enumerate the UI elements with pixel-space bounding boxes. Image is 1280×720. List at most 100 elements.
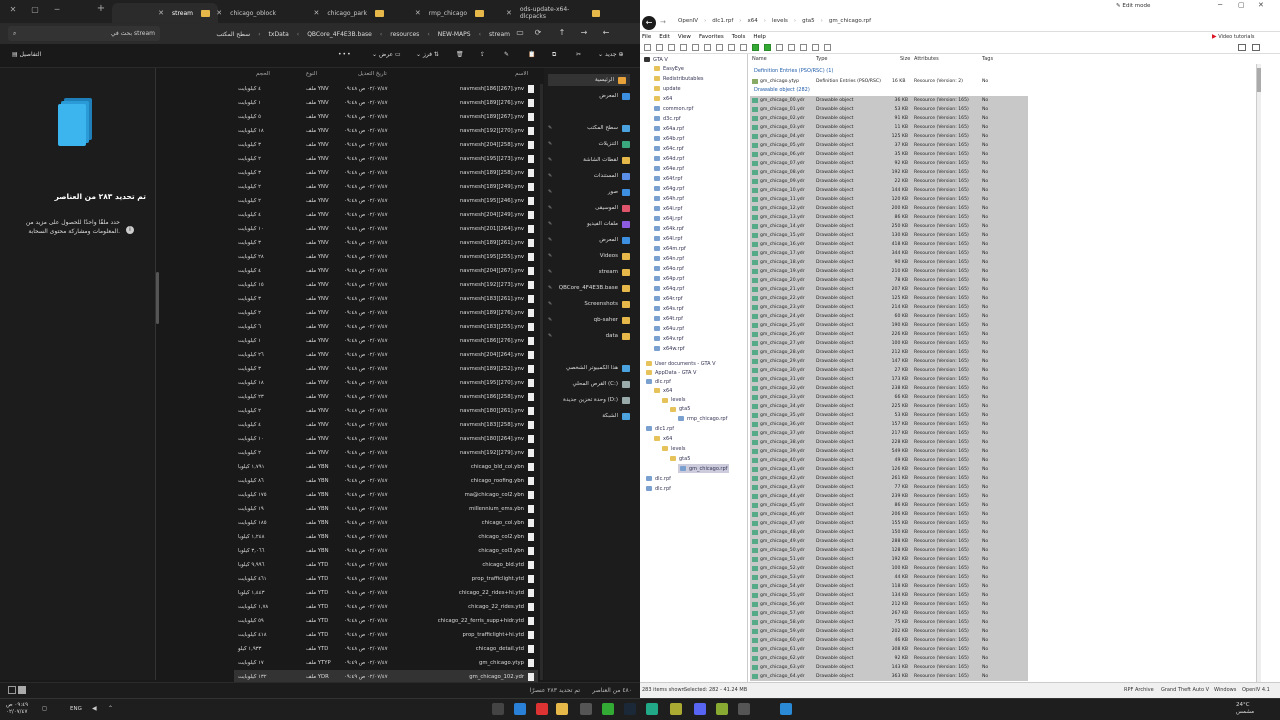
table-row[interactable]: navmesh[204][258].ynv ٠٢/٠٧/٤٧ ص ٠٩:٤٨ ملف… bbox=[234, 138, 538, 152]
table-row[interactable]: gm_chicago_40.ydr Drawable object 49 KB Res… bbox=[750, 456, 1028, 465]
column-tags-header[interactable]: Tags bbox=[982, 56, 993, 62]
pin-icon[interactable]: ✎ bbox=[548, 285, 552, 291]
menu-item[interactable]: View bbox=[678, 34, 691, 40]
pin-icon[interactable]: ✎ bbox=[548, 317, 552, 323]
tree-node[interactable]: AppData - GTA V bbox=[646, 368, 696, 377]
chevron-left-icon[interactable]: ‹ bbox=[624, 413, 626, 419]
table-row[interactable]: gm_chicago_31.ydr Drawable object 173 KB Re… bbox=[750, 375, 1028, 384]
tree-node[interactable]: x64c.rpf bbox=[654, 144, 684, 153]
nav-item-14[interactable]: qb-saher bbox=[594, 314, 630, 326]
table-row[interactable]: navmesh[201][264].ynv ٠٢/٠٧/٤٧ ص ٠٩:٤٨ ملف… bbox=[234, 222, 538, 236]
delete-icon[interactable]: 🗑 bbox=[456, 51, 464, 58]
table-row[interactable]: gm_chicago_49.ydr Drawable object 288 KB Re… bbox=[750, 537, 1028, 546]
tree-node[interactable]: x64n.rpf bbox=[654, 254, 684, 263]
toolbar-button-icon[interactable] bbox=[716, 44, 723, 51]
details-scrollbar[interactable] bbox=[156, 272, 159, 324]
table-row[interactable]: gm_chicago_42.ydr Drawable object 261 KB Re… bbox=[750, 474, 1028, 483]
folder-icon[interactable] bbox=[556, 703, 568, 715]
table-row[interactable]: gm_chicago_35.ydr Drawable object 53 KB Res… bbox=[750, 411, 1028, 420]
table-row[interactable]: chicago_col.ybn ٠٢/٠٧/٤٧ ص ٠٩:٤٨ ملف YBN ١٨… bbox=[234, 516, 538, 530]
tab-3[interactable]: ✕ rmp_chicago bbox=[398, 3, 492, 23]
table-row[interactable]: gm_chicago_05.ydr Drawable object 37 KB Res… bbox=[750, 141, 1028, 150]
details-view-icon[interactable] bbox=[18, 686, 26, 694]
chevron-left-icon[interactable]: ‹ bbox=[624, 381, 626, 387]
minimize-window-icon[interactable]: ─ bbox=[52, 5, 62, 15]
table-row[interactable]: gm_chicago_32.ydr Drawable object 238 KB Re… bbox=[750, 384, 1028, 393]
refresh-icon[interactable]: ⟳ bbox=[532, 28, 544, 40]
tree-node[interactable]: x64p.rpf bbox=[654, 274, 684, 283]
table-row[interactable]: gm_chicago_23.ydr Drawable object 214 KB Re… bbox=[750, 303, 1028, 312]
toolbar-button-icon[interactable] bbox=[824, 44, 831, 51]
table-row[interactable]: gm_chicago_48.ydr Drawable object 150 KB Re… bbox=[750, 528, 1028, 537]
table-row[interactable]: prop_trafficlight+hi.ytd ٠٢/٠٧/٤٧ ص ٠٩:٤٨… bbox=[234, 628, 538, 642]
table-row[interactable]: gm_chicago_50.ydr Drawable object 128 KB Re… bbox=[750, 546, 1028, 555]
table-row[interactable]: gm_chicago_30.ydr Drawable object 27 KB Res… bbox=[750, 366, 1028, 375]
table-row[interactable]: gm_chicago_61.ydr Drawable object 308 KB Re… bbox=[750, 645, 1028, 654]
pin-icon[interactable]: ✎ bbox=[548, 157, 552, 163]
tree-node[interactable]: levels bbox=[662, 396, 686, 405]
table-row[interactable]: gm_chicago_44.ydr Drawable object 239 KB Re… bbox=[750, 492, 1028, 501]
tree-node[interactable]: x64 bbox=[654, 434, 672, 443]
discord-icon[interactable] bbox=[694, 703, 706, 715]
nav-item-15[interactable]: data bbox=[606, 330, 630, 342]
nav-item-10[interactable]: Videos bbox=[600, 250, 630, 262]
toolbar-button-icon[interactable] bbox=[776, 44, 783, 51]
table-row[interactable]: navmesh[183][258].ynv ٠٢/٠٧/٤٧ ص ٠٩:٤٨ ملف… bbox=[234, 418, 538, 432]
table-row[interactable]: gm_chicago_39.ydr Drawable object 549 KB Re… bbox=[750, 447, 1028, 456]
table-row[interactable]: navmesh[204][249].ynv ٠٢/٠٧/٤٧ ص ٠٩:٤٨ ملف… bbox=[234, 208, 538, 222]
table-row[interactable]: gm_chicago_10.ydr Drawable object 144 KB Re… bbox=[750, 186, 1028, 195]
search-input[interactable]: ⌕ بحث في stream bbox=[8, 26, 160, 41]
tab-1[interactable]: ✕ chicago_oblock bbox=[210, 3, 292, 23]
table-row[interactable]: chicago_22_ferris_supp+hidr.ytd ٠٢/٠٧/٤٧ … bbox=[234, 614, 538, 628]
nav-item-0[interactable]: الرئيسية bbox=[548, 74, 630, 86]
table-row[interactable]: navmesh[189][258].ynv ٠٢/٠٧/٤٧ ص ٠٩:٤٨ ملف… bbox=[234, 166, 538, 180]
nav-item-11[interactable]: stream bbox=[599, 266, 630, 278]
toolbar-button-icon[interactable] bbox=[740, 44, 747, 51]
tree-node[interactable]: x64h.rpf bbox=[654, 194, 684, 203]
toolbar-button-icon[interactable] bbox=[728, 44, 735, 51]
tree-node[interactable]: x64d.rpf bbox=[654, 154, 684, 163]
nav-item-7[interactable]: الموسيقى bbox=[595, 202, 630, 214]
tree-node[interactable]: x64o.rpf bbox=[654, 264, 684, 273]
new-tab-button[interactable]: + bbox=[96, 3, 106, 14]
breadcrumb-item[interactable]: stream bbox=[489, 31, 510, 38]
table-row[interactable]: navmesh[180][264].ynv ٠٢/٠٧/٤٧ ص ٠٩:٤٨ ملف… bbox=[234, 432, 538, 446]
nav-item-17[interactable]: القرص المحلي (C:) bbox=[573, 378, 630, 390]
view-toggle-icon[interactable] bbox=[1238, 44, 1246, 51]
tree-node[interactable]: EasyEye bbox=[654, 64, 684, 73]
column-attributes-header[interactable]: Attributes bbox=[914, 56, 939, 62]
table-row[interactable]: gm_chicago_06.ydr Drawable object 35 KB Res… bbox=[750, 150, 1028, 159]
pin-icon[interactable]: ✎ bbox=[548, 125, 552, 131]
grid-scrollbar[interactable] bbox=[1256, 64, 1261, 682]
more-options-button[interactable]: ••• bbox=[338, 51, 352, 58]
tree-node[interactable]: x64s.rpf bbox=[654, 304, 684, 313]
table-row[interactable]: navmesh[195][246].ynv ٠٢/٠٧/٤٧ ص ٠٩:٤٨ ملف… bbox=[234, 194, 538, 208]
table-row[interactable]: gm_chicago_18.ydr Drawable object 90 KB Res… bbox=[750, 258, 1028, 267]
close-window-icon[interactable]: ✕ bbox=[1258, 1, 1264, 9]
table-row[interactable]: gm_chicago_02.ydr Drawable object 91 KB Res… bbox=[750, 114, 1028, 123]
copy-icon[interactable]: ⧉ bbox=[552, 51, 556, 59]
up-arrow-icon[interactable]: ↑ bbox=[556, 28, 568, 40]
table-row[interactable]: navmesh[192][270].ynv ٠٢/٠٧/٤٧ ص ٠٩:٤٨ ملف… bbox=[234, 124, 538, 138]
table-row[interactable]: chicago_22_rides.ytd ٠٢/٠٧/٤٧ ص ٠٩:٤٨ ملف … bbox=[234, 600, 538, 614]
tree-node[interactable]: x64w.rpf bbox=[654, 344, 685, 353]
table-row[interactable]: gm_chicago_01.ydr Drawable object 53 KB Res… bbox=[750, 105, 1028, 114]
toolbar-button-icon[interactable] bbox=[656, 44, 663, 51]
table-row[interactable]: gm_chicago_36.ydr Drawable object 157 KB Re… bbox=[750, 420, 1028, 429]
tree-node[interactable]: x64q.rpf bbox=[654, 284, 684, 293]
input-language[interactable]: ENG bbox=[70, 706, 82, 712]
table-row[interactable]: gm_chicago_07.ydr Drawable object 92 KB Res… bbox=[750, 159, 1028, 168]
toolbar-button-icon[interactable] bbox=[788, 44, 795, 51]
table-row[interactable]: gm_chicago_25.ydr Drawable object 190 KB Re… bbox=[750, 321, 1028, 330]
table-row[interactable]: chicago_col2.ybn ٠٢/٠٧/٤٧ ص ٠٩:٤٨ ملف YBN ١… bbox=[234, 530, 538, 544]
tree-node[interactable]: dlc.rpf bbox=[646, 377, 671, 386]
tree-node[interactable]: x64j.rpf bbox=[654, 214, 682, 223]
tree-node[interactable]: x64f.rpf bbox=[654, 174, 682, 183]
toolbar-button-icon[interactable] bbox=[764, 44, 771, 51]
table-row[interactable]: gm_chicago.ytyp ٠٢/٠٧/٤٧ ص ٠٩:٤٩ ملف YTYP ١… bbox=[234, 656, 538, 670]
close-tab-icon[interactable]: ✕ bbox=[158, 9, 164, 17]
table-row[interactable]: chicago_detail.ytd ٠٢/٠٧/٤٧ ص ٠٩:٤٨ ملف YT… bbox=[234, 642, 538, 656]
tree-node[interactable]: x64e.rpf bbox=[654, 164, 684, 173]
steam-icon[interactable] bbox=[624, 703, 636, 715]
table-row[interactable]: navmesh[204][267].ynv ٠٢/٠٧/٤٧ ص ٠٩:٤٨ ملف… bbox=[234, 264, 538, 278]
